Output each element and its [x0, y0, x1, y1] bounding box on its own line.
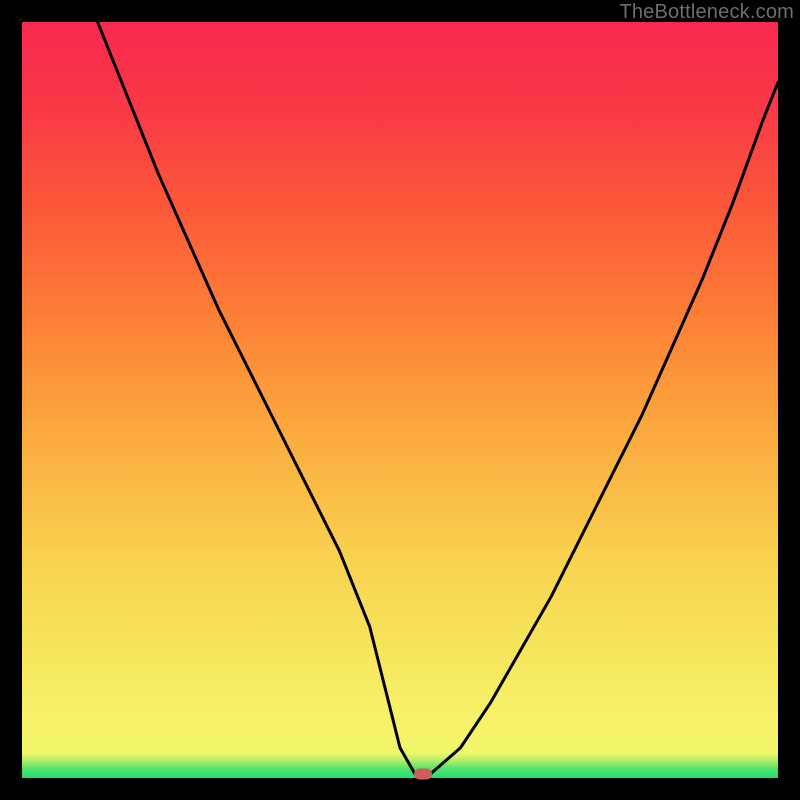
curve-minimum-marker [414, 769, 432, 780]
plot-area [22, 22, 778, 778]
chart-stage: TheBottleneck.com [0, 0, 800, 800]
watermark-text: TheBottleneck.com [619, 1, 794, 24]
bottleneck-curve [98, 22, 778, 774]
curve-svg [22, 22, 778, 778]
